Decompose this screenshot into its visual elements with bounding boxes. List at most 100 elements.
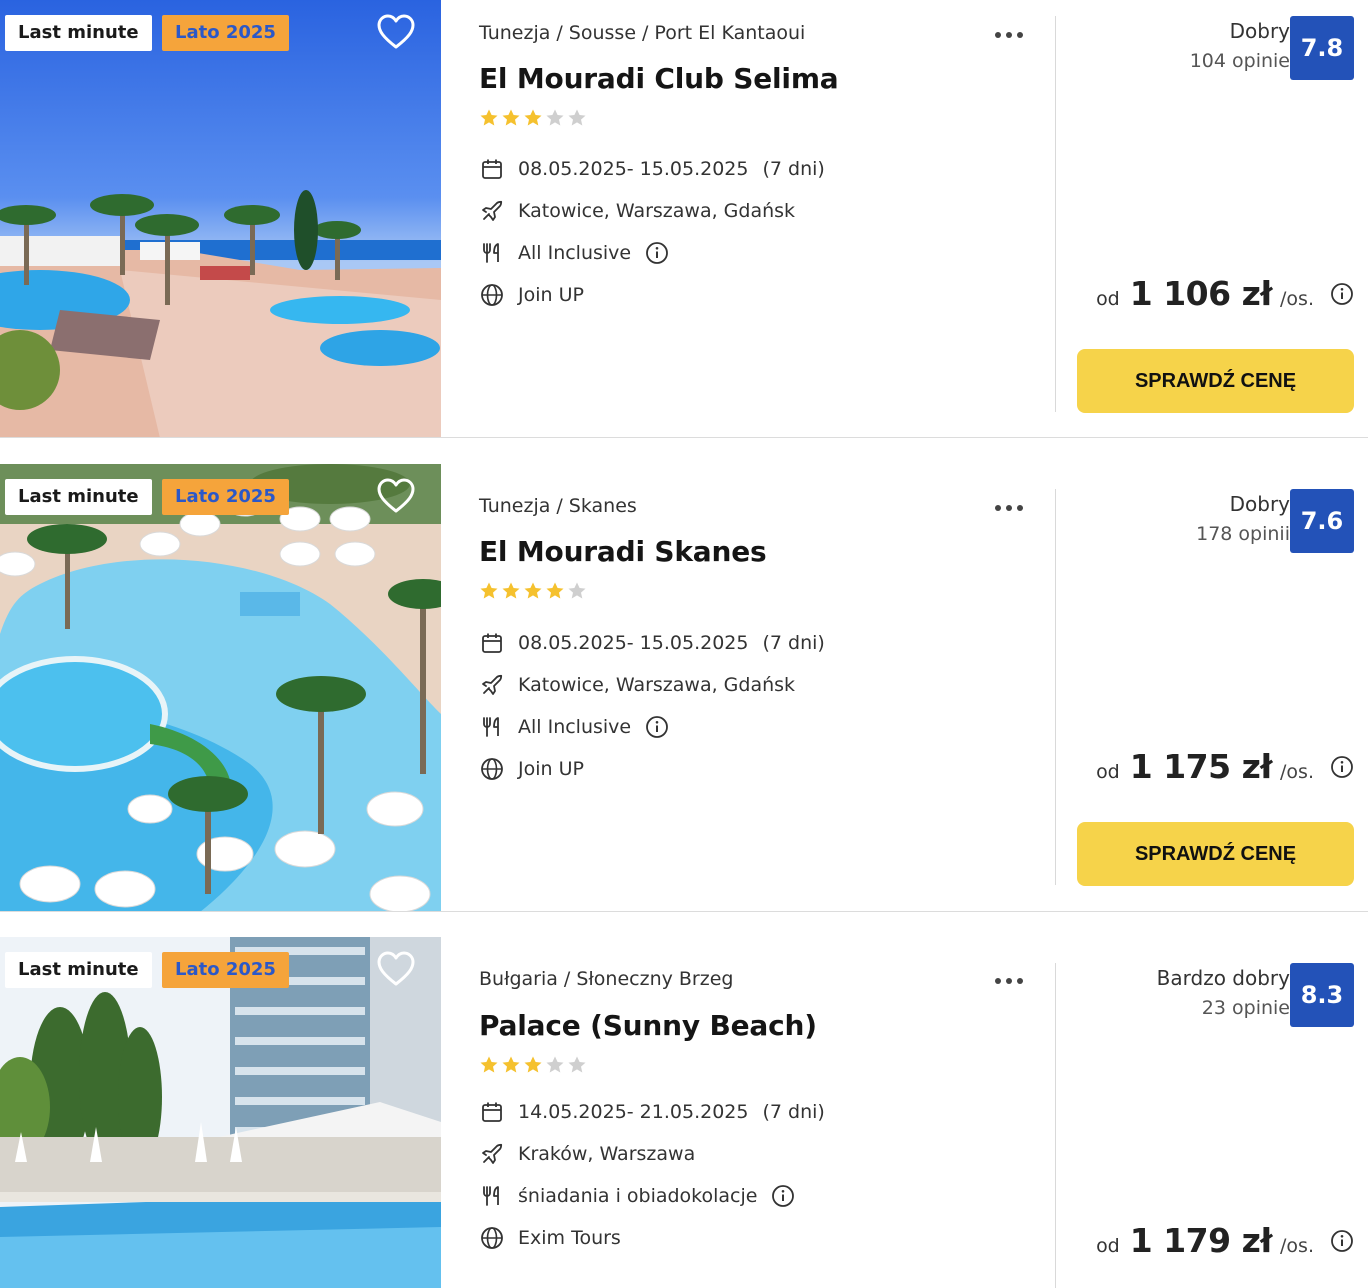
breadcrumb-separator: / <box>563 968 571 990</box>
fact-board: All Inclusive <box>479 232 1019 274</box>
fact-operator: Exim Tours <box>479 1217 1019 1259</box>
hotel-photo[interactable]: Last minute Lato 2025 <box>0 0 441 438</box>
rating-summary: Dobry 178 opinii <box>1196 489 1290 549</box>
globe-icon <box>479 282 505 308</box>
hotel-photo-image <box>0 464 441 912</box>
more-dots-icon[interactable] <box>991 970 1027 992</box>
star-empty-icon <box>568 109 586 126</box>
breadcrumb-region[interactable]: Słoneczny Brzeg <box>576 968 733 990</box>
info-circle-icon[interactable] <box>1330 282 1354 306</box>
card-separator <box>0 437 1368 438</box>
price-unit: /os. <box>1280 1235 1314 1257</box>
star-filled-icon <box>502 1056 520 1073</box>
last-minute-badge: Last minute <box>5 479 152 515</box>
star-filled-icon <box>502 109 520 126</box>
column-divider <box>1055 489 1056 885</box>
globe-icon <box>479 756 505 782</box>
cutlery-icon <box>479 240 505 266</box>
dates-text: 14.05.2025- 21.05.2025 <box>518 1101 749 1123</box>
price-block: od 1 175 zł /os. <box>1096 747 1354 786</box>
star-empty-icon <box>568 1056 586 1073</box>
plane-icon <box>479 672 505 698</box>
dates-text: 08.05.2025- 15.05.2025 <box>518 158 749 180</box>
operator-text: Exim Tours <box>518 1227 621 1249</box>
fact-board: All Inclusive <box>479 706 1019 748</box>
fact-departures: Katowice, Warszawa, Gdańsk <box>479 664 1019 706</box>
fact-dates: 08.05.2025- 15.05.2025 (7 dni) <box>479 622 1019 664</box>
price-amount: 1 175 zł <box>1129 747 1273 786</box>
operator-text: Join UP <box>518 758 584 780</box>
offer-card[interactable]: Last minute Lato 2025 Tunezja / Sousse / Por… <box>0 0 1368 438</box>
fact-dates: 14.05.2025- 21.05.2025 (7 dni) <box>479 1091 1019 1133</box>
score-badge: 7.6 <box>1290 489 1354 553</box>
rating-word: Dobry <box>1229 19 1290 43</box>
check-price-button[interactable]: SPRAWDŹ CENĘ <box>1077 822 1354 886</box>
price-block: od 1 106 zł /os. <box>1096 274 1354 313</box>
breadcrumb-country[interactable]: Tunezja <box>479 495 550 517</box>
fact-departures: Kraków, Warszawa <box>479 1133 1019 1175</box>
price-amount: 1 106 zł <box>1129 274 1273 313</box>
hotel-name[interactable]: El Mouradi Skanes <box>479 535 767 568</box>
season-badge: Lato 2025 <box>162 15 289 51</box>
more-dots-icon[interactable] <box>991 497 1027 519</box>
rating-word: Dobry <box>1229 492 1290 516</box>
rating-word: Bardzo dobry <box>1156 966 1290 990</box>
star-filled-icon <box>480 109 498 126</box>
heart-outline-icon[interactable] <box>375 476 417 518</box>
info-circle-icon[interactable] <box>645 715 669 739</box>
info-circle-icon[interactable] <box>645 241 669 265</box>
breadcrumb: Tunezja / Sousse / Port El Kantaoui <box>479 22 805 44</box>
last-minute-badge: Last minute <box>5 952 152 988</box>
duration-text: (7 dni) <box>762 158 825 180</box>
price-unit: /os. <box>1280 288 1314 310</box>
breadcrumb-country[interactable]: Bułgaria <box>479 968 558 990</box>
price-prefix: od <box>1096 761 1120 783</box>
offer-card[interactable]: Last minute Lato 2025 Tunezja / Skanes El … <box>0 464 1368 912</box>
calendar-icon <box>479 156 505 182</box>
breadcrumb-region[interactable]: Sousse <box>569 22 636 44</box>
fact-dates: 08.05.2025- 15.05.2025 (7 dni) <box>479 148 1019 190</box>
breadcrumb: Tunezja / Skanes <box>479 495 637 517</box>
hotel-photo[interactable]: Last minute Lato 2025 <box>0 937 441 1288</box>
price-block: od 1 179 zł /os. <box>1096 1221 1354 1260</box>
plane-icon <box>479 198 505 224</box>
departures-text: Katowice, Warszawa, Gdańsk <box>518 200 796 222</box>
breadcrumb-country[interactable]: Tunezja <box>479 22 550 44</box>
column-divider <box>1055 16 1056 412</box>
last-minute-badge: Last minute <box>5 15 152 51</box>
score-badge: 7.8 <box>1290 16 1354 80</box>
info-circle-icon[interactable] <box>1330 755 1354 779</box>
operator-text: Join UP <box>518 284 584 306</box>
star-rating <box>479 581 589 601</box>
card-separator <box>0 911 1368 912</box>
hotel-photo[interactable]: Last minute Lato 2025 <box>0 464 441 912</box>
reviews-count[interactable]: 23 opinie <box>1157 993 1290 1023</box>
check-price-button[interactable]: SPRAWDŹ CENĘ <box>1077 349 1354 413</box>
hotel-name[interactable]: El Mouradi Club Selima <box>479 62 839 95</box>
plane-icon <box>479 1141 505 1167</box>
breadcrumb-city[interactable]: Port El Kantaoui <box>654 22 805 44</box>
reviews-count[interactable]: 104 opinie <box>1190 46 1290 76</box>
hotel-name[interactable]: Palace (Sunny Beach) <box>479 1009 817 1042</box>
breadcrumb-region[interactable]: Skanes <box>569 495 637 517</box>
heart-outline-icon[interactable] <box>375 949 417 991</box>
price-prefix: od <box>1096 1235 1120 1257</box>
heart-outline-icon[interactable] <box>375 12 417 54</box>
price-prefix: od <box>1096 288 1120 310</box>
globe-icon <box>479 1225 505 1251</box>
calendar-icon <box>479 1099 505 1125</box>
hotel-photo-image <box>0 0 441 438</box>
offer-info: Tunezja / Sousse / Port El Kantaoui El Moura… <box>479 0 1039 438</box>
breadcrumb-separator: / <box>642 22 649 44</box>
more-dots-icon[interactable] <box>991 24 1027 46</box>
star-empty-icon <box>546 1056 564 1073</box>
fact-operator: Join UP <box>479 748 1019 790</box>
board-text: All Inclusive <box>518 242 632 264</box>
info-circle-icon[interactable] <box>771 1184 795 1208</box>
info-circle-icon[interactable] <box>1330 1229 1354 1253</box>
breadcrumb: Bułgaria / Słoneczny Brzeg <box>479 968 733 990</box>
calendar-icon <box>479 630 505 656</box>
reviews-count[interactable]: 178 opinii <box>1196 519 1290 549</box>
season-badge: Lato 2025 <box>162 479 289 515</box>
offer-card[interactable]: Last minute Lato 2025 Bułgaria / Słoneczny… <box>0 937 1368 1288</box>
